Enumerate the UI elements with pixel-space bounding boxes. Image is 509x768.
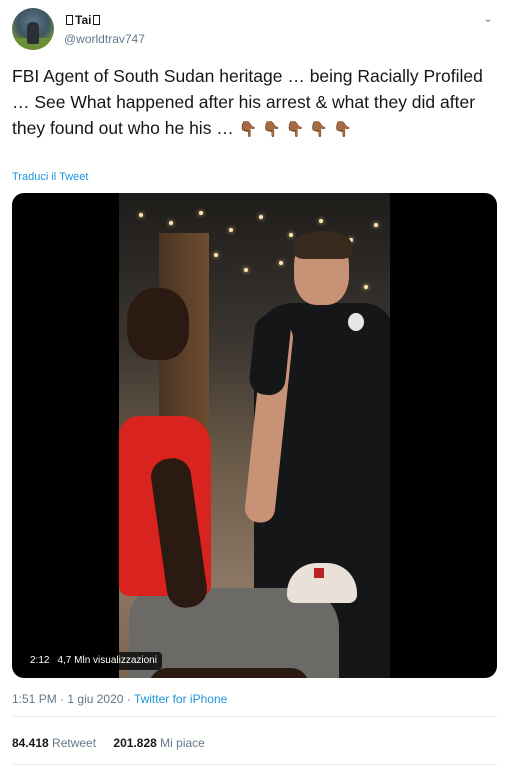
retweet-stat[interactable]: 84.418 Retweet [12, 736, 96, 750]
retweet-label: Retweet [52, 736, 97, 750]
seated-man-figure [119, 288, 339, 678]
video-duration: 2:12 [30, 655, 50, 666]
video-frame[interactable] [119, 193, 390, 678]
flag-icon [93, 15, 101, 25]
likes-count: 201.828 [113, 736, 157, 750]
tweet-time[interactable]: 1:51 PM [12, 692, 57, 706]
display-name[interactable]: Tai [64, 13, 102, 27]
tweet-date[interactable]: 1 giu 2020 [67, 692, 123, 706]
pointing-down-emoji-icon: 👇🏾 [332, 121, 352, 138]
video-player[interactable]: 2:12 4,7 Mln visualizzazioni [12, 193, 497, 678]
video-info-badge: 2:12 4,7 Mln visualizzazioni [25, 652, 162, 670]
pointing-down-emoji-icon: 👇🏾 [309, 121, 329, 138]
avatar[interactable] [12, 8, 54, 50]
pointing-down-emoji-icon: 👇🏾 [262, 121, 281, 138]
likes-label: Mi piace [160, 736, 205, 750]
chevron-down-icon[interactable]: ⌄ [481, 12, 495, 26]
meta-separator: · [126, 692, 131, 706]
display-name-text: Tai [75, 13, 92, 27]
avatar-figure [27, 22, 39, 44]
translate-tweet-link[interactable]: Traduci il Tweet [12, 171, 88, 183]
cap-logo [314, 568, 324, 578]
user-handle[interactable]: @worldtrav747 [64, 32, 145, 46]
tweet-text: FBI Agent of South Sudan heritage … bein… [12, 63, 497, 143]
divider [12, 764, 497, 765]
divider [12, 716, 497, 717]
tweet-source-link[interactable]: Twitter for iPhone [134, 692, 227, 706]
pointing-down-emoji-icon: 👇🏾 [285, 121, 305, 138]
tweet-meta: 1:51 PM · 1 giu 2020 · Twitter for iPhon… [12, 692, 227, 706]
retweet-count: 84.418 [12, 736, 49, 750]
meta-separator: · [60, 692, 65, 706]
tweet-stats: 84.418 Retweet 201.828 Mi piace [12, 736, 205, 750]
pointing-down-emoji-icon: 👇🏾 [238, 121, 258, 138]
view-count: 4,7 Mln visualizzazioni [57, 655, 157, 666]
flag-icon [66, 15, 73, 25]
likes-stat[interactable]: 201.828 Mi piace [113, 736, 204, 750]
tweet-header: Tai @worldtrav747 ⌄ [12, 8, 497, 52]
